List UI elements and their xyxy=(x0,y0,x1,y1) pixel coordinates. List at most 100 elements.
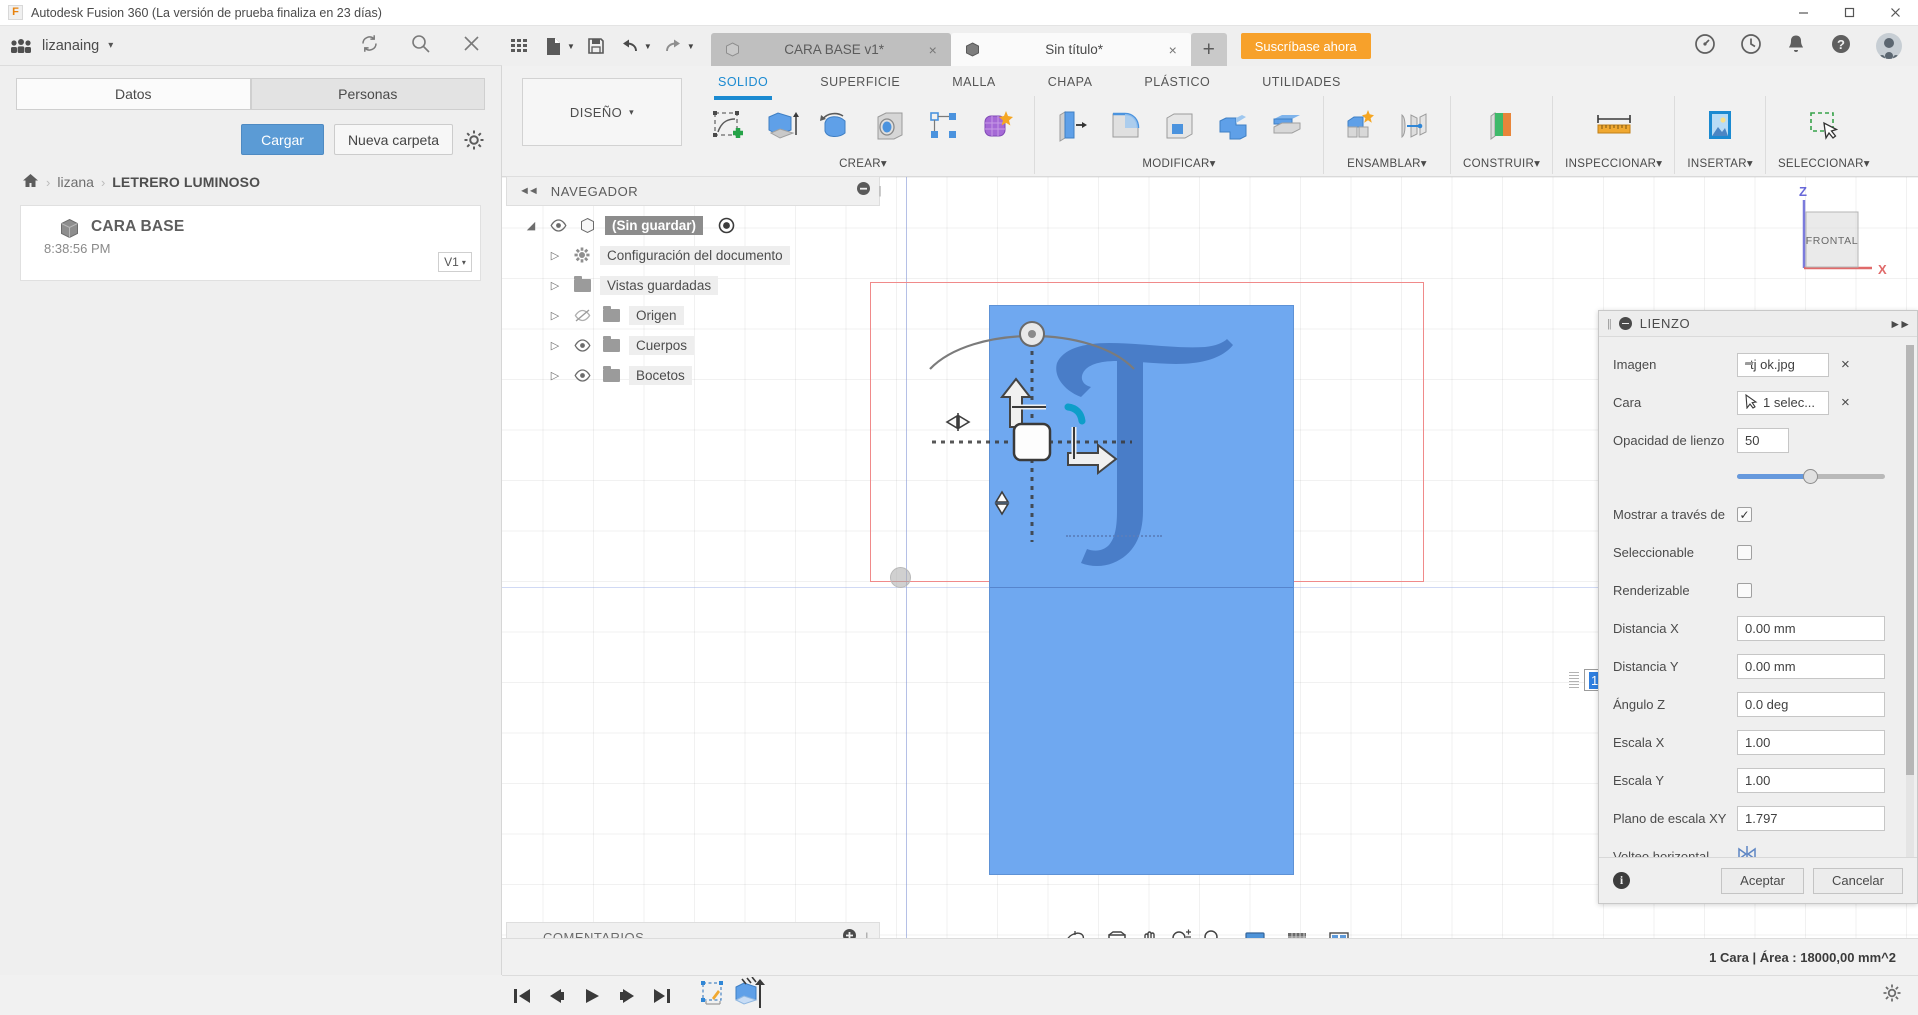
flip-horizontal-icon[interactable] xyxy=(1737,845,1757,857)
offset-plane-icon[interactable] xyxy=(1478,102,1526,150)
document-tab-cara-base[interactable]: CARA BASE v1* × xyxy=(711,33,951,66)
selection-filter-icon[interactable] xyxy=(1800,102,1848,150)
sketch-feature-icon[interactable] xyxy=(698,978,728,1013)
close-panel-icon[interactable] xyxy=(461,33,482,59)
collapse-dialog-icon[interactable] xyxy=(1619,317,1632,330)
hole-icon[interactable] xyxy=(866,102,914,150)
breadcrumb-item-lizana[interactable]: lizana xyxy=(57,174,94,190)
refresh-icon[interactable] xyxy=(359,33,380,59)
upload-button[interactable]: Cargar xyxy=(241,124,324,155)
tree-node-bocetos[interactable]: ▷ Bocetos xyxy=(506,360,880,390)
ribbon-group-label[interactable]: CONSTRUIR▾ xyxy=(1463,156,1540,174)
expand-arrow-icon[interactable]: ▷ xyxy=(546,279,564,292)
grid-apps-icon[interactable] xyxy=(502,29,536,63)
angulo-z-input[interactable]: 0.0 deg xyxy=(1737,692,1885,717)
renderizable-checkbox[interactable] xyxy=(1737,583,1752,598)
undo-icon[interactable] xyxy=(613,29,647,63)
home-icon[interactable] xyxy=(22,173,39,191)
close-icon[interactable]: × xyxy=(1169,42,1177,58)
cara-clear-icon[interactable]: × xyxy=(1841,394,1850,411)
offset-face-icon[interactable] xyxy=(1263,102,1311,150)
ribbon-tab-utilidades[interactable]: UTILIDADES xyxy=(1236,71,1367,93)
navigator-resize-grip[interactable]: | xyxy=(878,176,882,206)
expand-arrow-icon[interactable]: ◢ xyxy=(522,219,540,232)
canvas-manipulator[interactable] xyxy=(902,307,1162,567)
ribbon-tab-superficie[interactable]: SUPERFICIE xyxy=(794,71,926,93)
workspace-selector[interactable]: DISEÑO ▾ xyxy=(522,78,682,146)
gear-icon[interactable] xyxy=(463,129,485,151)
imagen-picker[interactable]: tj ok.jpg xyxy=(1737,353,1829,377)
opacidad-input[interactable]: 50 xyxy=(1737,428,1789,453)
tree-node-configuracion-documento[interactable]: ▷ Configuración del documento xyxy=(506,240,880,270)
visibility-eye-icon[interactable] xyxy=(547,219,569,232)
distancia-y-input[interactable]: 0.00 mm xyxy=(1737,654,1885,679)
minus-icon[interactable] xyxy=(856,181,871,201)
insert-canvas-icon[interactable] xyxy=(1696,102,1744,150)
timeline-settings-icon[interactable] xyxy=(1882,983,1902,1008)
ribbon-group-label[interactable]: INSERTAR▾ xyxy=(1687,156,1753,174)
visibility-hidden-eye-icon[interactable] xyxy=(571,309,593,322)
extensions-icon[interactable] xyxy=(1694,33,1716,60)
new-file-chevron-icon[interactable]: ▼ xyxy=(567,42,575,51)
step-forward-icon[interactable] xyxy=(617,987,637,1005)
activate-radio-icon[interactable] xyxy=(718,217,735,234)
info-icon[interactable]: i xyxy=(1613,872,1630,889)
plano-escala-xy-input[interactable]: 1.797 xyxy=(1737,806,1885,831)
form-icon[interactable] xyxy=(974,102,1022,150)
new-document-tab-button[interactable]: + xyxy=(1191,33,1227,66)
cara-picker[interactable]: 1 selec... xyxy=(1737,391,1829,415)
play-icon[interactable] xyxy=(582,987,602,1005)
ribbon-tab-chapa[interactable]: CHAPA xyxy=(1022,71,1119,93)
extrude-feature-icon[interactable] xyxy=(732,977,768,1014)
fillet-icon[interactable] xyxy=(1101,102,1149,150)
tree-node-cuerpos[interactable]: ▷ Cuerpos xyxy=(506,330,880,360)
ribbon-group-label[interactable]: INSPECCIONAR▾ xyxy=(1565,156,1662,174)
ribbon-group-label[interactable]: ENSAMBLAR▾ xyxy=(1347,156,1427,174)
undo-chevron-icon[interactable]: ▼ xyxy=(644,42,652,51)
file-version-selector[interactable]: V1 ▾ xyxy=(438,252,472,272)
joint-icon[interactable] xyxy=(1390,102,1438,150)
escala-y-input[interactable]: 1.00 xyxy=(1737,768,1885,793)
shell-icon[interactable] xyxy=(1155,102,1203,150)
step-back-icon[interactable] xyxy=(547,987,567,1005)
minimize-icon[interactable] xyxy=(1780,0,1826,26)
rib-icon[interactable] xyxy=(920,102,968,150)
ribbon-group-label[interactable]: CREAR▾ xyxy=(839,156,887,174)
file-card-cara-base[interactable]: CARA BASE 8:38:56 PM V1 ▾ xyxy=(20,205,481,281)
save-icon[interactable] xyxy=(579,29,613,63)
chevron-down-icon[interactable]: ▾ xyxy=(108,40,113,51)
opacidad-slider[interactable] xyxy=(1737,474,1885,479)
expand-arrow-icon[interactable]: ▷ xyxy=(546,249,564,262)
go-to-end-icon[interactable] xyxy=(652,987,672,1005)
cancelar-button[interactable]: Cancelar xyxy=(1813,868,1903,894)
collapse-left-icon[interactable]: ◄◄ xyxy=(519,185,537,197)
slider-knob[interactable] xyxy=(1803,469,1818,484)
new-folder-button[interactable]: Nueva carpeta xyxy=(334,124,453,155)
distancia-x-input[interactable]: 0.00 mm xyxy=(1737,616,1885,641)
tab-datos[interactable]: Datos xyxy=(16,78,251,110)
ribbon-tab-plastico[interactable]: PLÁSTICO xyxy=(1118,71,1236,93)
job-status-clock-icon[interactable] xyxy=(1740,33,1762,60)
new-component-icon[interactable] xyxy=(1336,102,1384,150)
search-icon[interactable] xyxy=(410,33,431,59)
extrude-icon[interactable] xyxy=(758,102,806,150)
escala-x-input[interactable]: 1.00 xyxy=(1737,730,1885,755)
measure-icon[interactable] xyxy=(1590,102,1638,150)
ribbon-tab-solido[interactable]: SOLIDO xyxy=(692,71,794,93)
revolve-icon[interactable] xyxy=(812,102,860,150)
expand-arrow-icon[interactable]: ▷ xyxy=(546,309,564,322)
view-cube[interactable]: Z X FRONTAL xyxy=(1766,182,1896,292)
mostrar-a-traves-checkbox[interactable]: ✓ xyxy=(1737,507,1752,522)
tree-node-vistas-guardadas[interactable]: ▷ Vistas guardadas xyxy=(506,270,880,300)
seleccionable-checkbox[interactable] xyxy=(1737,545,1752,560)
help-icon[interactable]: ? xyxy=(1830,33,1852,60)
close-icon[interactable] xyxy=(1872,0,1918,26)
visibility-eye-icon[interactable] xyxy=(571,369,593,382)
maximize-icon[interactable] xyxy=(1826,0,1872,26)
account-username[interactable]: lizanaing xyxy=(42,38,99,54)
close-icon[interactable]: × xyxy=(929,42,937,58)
go-to-begin-icon[interactable] xyxy=(512,987,532,1005)
ribbon-group-label[interactable]: SELECCIONAR▾ xyxy=(1778,156,1870,174)
lienzo-dialog-header[interactable]: || LIENZO ►► xyxy=(1599,311,1917,337)
ribbon-tab-malla[interactable]: MALLA xyxy=(926,71,1022,93)
